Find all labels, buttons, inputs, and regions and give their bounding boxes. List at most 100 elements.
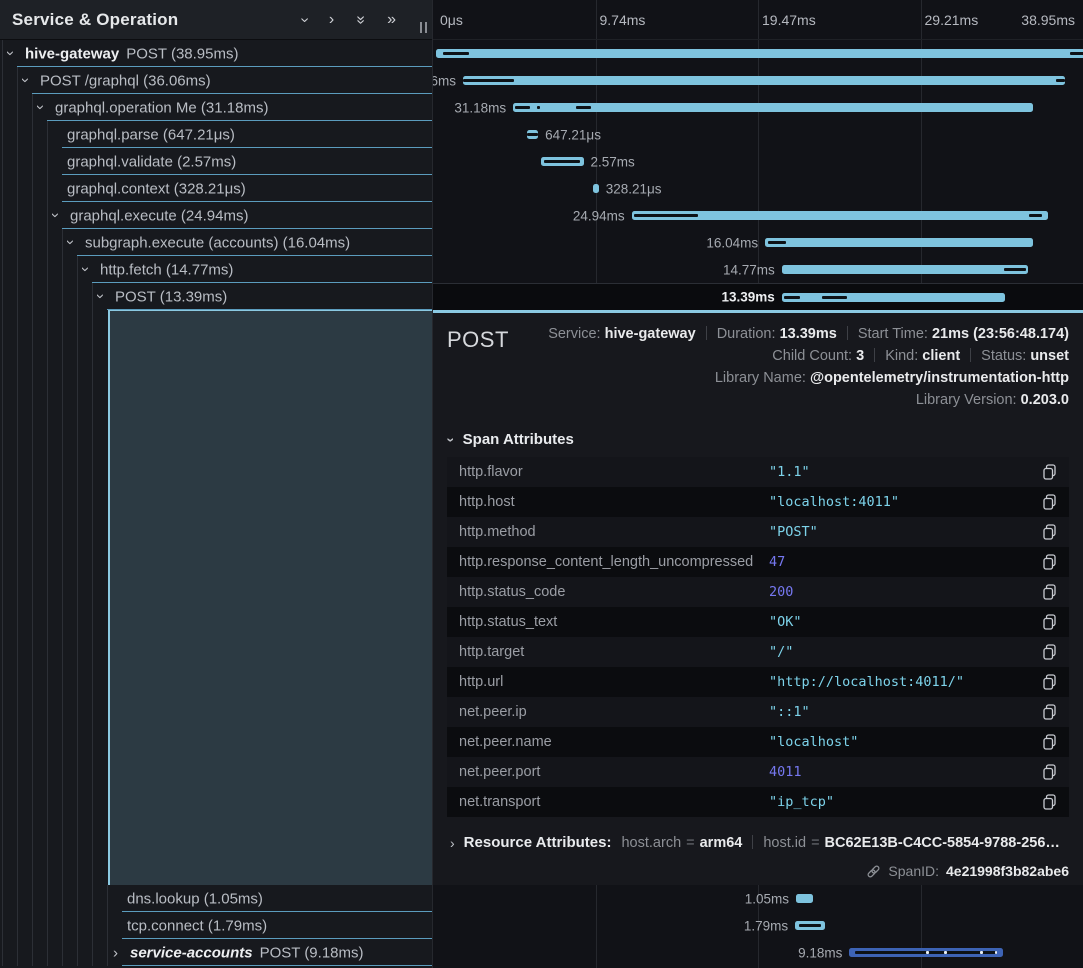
span-bar[interactable] <box>765 238 1033 247</box>
span-timeline-row[interactable]: 31.18ms <box>433 94 1083 121</box>
span-bar[interactable] <box>782 265 1028 274</box>
span-detail-panel: POST Service: hive-gatewayDuration: 13.3… <box>433 310 1083 885</box>
span-id-label: SpanID: <box>888 863 939 879</box>
span-bar[interactable] <box>436 49 1083 58</box>
copy-icon[interactable] <box>1041 494 1057 510</box>
span-duration-label: 328.21μs <box>606 181 662 196</box>
copy-icon[interactable] <box>1041 554 1057 570</box>
link-icon[interactable] <box>866 864 881 879</box>
span-timeline-row[interactable]: 24.94ms <box>433 202 1083 229</box>
chevron-down-icon[interactable]: › <box>3 50 18 55</box>
copy-icon[interactable] <box>1041 674 1057 690</box>
field-divider <box>847 326 848 340</box>
indent-guides <box>0 939 109 966</box>
span-timeline-row[interactable]: 13.39ms <box>433 283 1083 310</box>
chevron-down-icon[interactable]: › <box>18 77 33 82</box>
span-bar[interactable] <box>541 157 584 166</box>
copy-icon[interactable] <box>1041 524 1057 540</box>
span-row[interactable]: ›service-accountsPOST (9.18ms) <box>0 939 432 966</box>
resource-value: arm64 <box>700 835 743 851</box>
field-label: Start Time: <box>858 326 932 342</box>
equals-sign: = <box>811 835 819 851</box>
span-timeline-row[interactable]: 647.21μs <box>433 121 1083 148</box>
span-timeline-row[interactable]: 38.95ms <box>433 40 1083 67</box>
chevron-right-icon[interactable]: › <box>329 12 334 28</box>
span-id-value: 4e21998f3b82abe6 <box>946 863 1069 879</box>
span-row[interactable]: graphql.context (328.21μs) <box>0 175 432 202</box>
attribute-row: net.transport"ip_tcp" <box>447 787 1069 817</box>
timeline-rows-top: 38.95ms36.06ms31.18ms647.21μs2.57ms 328.2… <box>433 40 1083 310</box>
service-name: hive-gateway <box>25 45 119 62</box>
chevron-down-icon[interactable]: › <box>33 104 48 109</box>
span-timeline-row[interactable]: 1.05ms <box>433 885 1083 912</box>
column-resizer-grip[interactable] <box>420 22 427 33</box>
span-row[interactable]: ›POST /graphql (36.06ms) <box>0 67 432 94</box>
span-timeline-row[interactable]: 14.77ms <box>433 256 1083 283</box>
chevron-down-icon[interactable]: › <box>63 239 78 244</box>
operation-name: POST (9.18ms) <box>260 944 364 961</box>
attribute-value: "ip_tcp" <box>769 794 834 810</box>
copy-icon[interactable] <box>1041 644 1057 660</box>
copy-icon[interactable] <box>1041 764 1057 780</box>
span-bar[interactable] <box>632 211 1048 220</box>
span-bar[interactable] <box>849 948 1002 957</box>
attribute-key: http.flavor <box>459 464 769 480</box>
indent-guides <box>0 202 49 229</box>
attribute-row: http.method"POST" <box>447 517 1069 547</box>
child-marker <box>1029 214 1041 217</box>
section-collapse-icon[interactable]: › <box>443 437 459 442</box>
attribute-row: http.response_content_length_uncompresse… <box>447 547 1069 577</box>
attribute-value: "/" <box>769 644 793 660</box>
copy-icon[interactable] <box>1041 704 1057 720</box>
span-timeline-row[interactable]: 9.18ms <box>433 939 1083 966</box>
span-attributes-table: http.flavor"1.1"http.host"localhost:4011… <box>447 457 1069 817</box>
span-timeline-row[interactable]: 16.04ms <box>433 229 1083 256</box>
span-bar[interactable] <box>795 921 825 930</box>
span-timeline-row[interactable]: 36.06ms <box>433 67 1083 94</box>
span-label: graphql.execute (24.94ms) <box>70 207 248 224</box>
double-chevron-right-icon[interactable]: » <box>387 12 396 28</box>
operation-name: POST (13.39ms) <box>115 288 227 305</box>
detail-indent-spacer <box>0 310 432 885</box>
span-row[interactable]: graphql.parse (647.21μs) <box>0 121 432 148</box>
resource-expand-icon[interactable]: › <box>450 835 455 851</box>
span-row[interactable]: ›http.fetch (14.77ms) <box>0 256 432 283</box>
chevron-down-icon[interactable]: › <box>296 17 312 22</box>
span-row[interactable]: tcp.connect (1.79ms) <box>0 912 432 939</box>
copy-icon[interactable] <box>1041 794 1057 810</box>
chevron-down-icon[interactable]: › <box>48 212 63 217</box>
operation-name: graphql.parse (647.21μs) <box>67 126 235 143</box>
span-row[interactable]: › graphql.execute (24.94ms) <box>0 202 432 229</box>
span-timeline-row[interactable]: 2.57ms <box>433 148 1083 175</box>
copy-icon[interactable] <box>1041 464 1057 480</box>
span-bar[interactable] <box>513 103 1033 112</box>
span-bar[interactable] <box>527 130 538 139</box>
span-timeline-row[interactable]: 1.79ms <box>433 912 1083 939</box>
span-label: graphql.parse (647.21μs) <box>67 126 235 143</box>
chevron-right-icon[interactable]: › <box>113 945 118 960</box>
span-row[interactable]: ›hive-gatewayPOST (38.95ms) <box>0 40 432 67</box>
overview-line: Service: hive-gatewayDuration: 13.39msSt… <box>548 323 1069 345</box>
span-bar[interactable] <box>593 184 599 193</box>
copy-icon[interactable] <box>1041 734 1057 750</box>
copy-icon[interactable] <box>1041 584 1057 600</box>
copy-icon[interactable] <box>1041 614 1057 630</box>
span-bar[interactable] <box>782 293 1005 302</box>
chevron-down-icon[interactable]: › <box>78 266 93 271</box>
double-chevron-down-icon[interactable]: » <box>353 15 369 24</box>
field-value: unset <box>1030 348 1069 364</box>
span-row[interactable]: › POST (13.39ms) <box>0 283 432 310</box>
span-bar[interactable] <box>463 76 1065 85</box>
span-attributes-section-header[interactable]: › Span Attributes <box>449 431 1069 448</box>
span-row[interactable]: graphql.validate (2.57ms) <box>0 148 432 175</box>
attribute-row: net.peer.ip"::1" <box>447 697 1069 727</box>
span-timeline-row[interactable]: 328.21μs <box>433 175 1083 202</box>
resource-attributes-row[interactable]: › Resource Attributes: host.arch=arm64ho… <box>447 834 1069 851</box>
equals-sign: = <box>686 835 694 851</box>
span-row[interactable]: ›graphql.operation Me (31.18ms) <box>0 94 432 121</box>
attribute-key: http.response_content_length_uncompresse… <box>459 554 769 570</box>
span-row[interactable]: ›subgraph.execute (accounts) (16.04ms) <box>0 229 432 256</box>
chevron-down-icon[interactable]: › <box>93 293 108 298</box>
span-bar[interactable] <box>796 894 814 903</box>
span-row[interactable]: dns.lookup (1.05ms) <box>0 885 432 912</box>
